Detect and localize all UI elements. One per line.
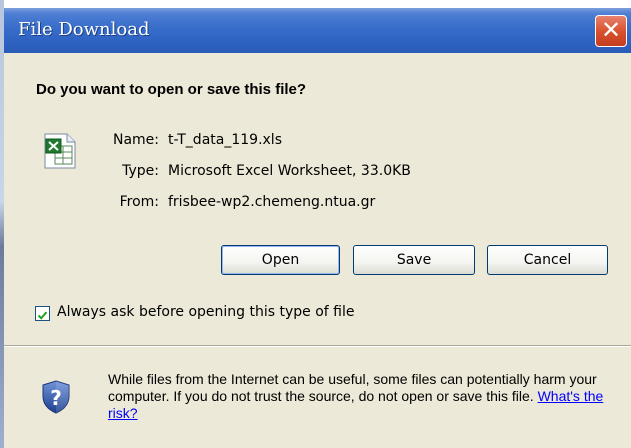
from-label: From: [119,194,159,210]
name-value: t-T_data_119.xls [168,132,282,148]
close-icon: ✕ [600,16,622,44]
type-value: Microsoft Excel Worksheet, 33.0KB [168,163,411,179]
svg-text:?: ? [50,386,62,410]
security-warning: While files from the Internet can be use… [108,371,608,422]
always-ask-label[interactable]: Always ask before opening this type of f… [57,304,355,320]
dialog-question: Do you want to open or save this file? [36,81,307,98]
file-download-window: File Download ✕ Do you want to open or s… [0,0,631,448]
title-bar[interactable]: File Download ✕ [4,8,631,53]
shield-question-icon: ? [42,380,70,418]
open-button[interactable]: Open [221,245,340,275]
save-button[interactable]: Save [353,245,475,275]
from-value: frisbee-wp2.chemeng.ntua.gr [168,194,376,210]
file-source-row: From: frisbee-wp2.chemeng.ntua.gr [4,194,631,214]
separator-line [4,345,631,347]
window-title: File Download [18,19,150,40]
file-name-row: Name: t-T_data_119.xls [4,132,631,152]
always-ask-checkbox[interactable] [35,306,50,321]
file-type-row: Type: Microsoft Excel Worksheet, 33.0KB [4,163,631,183]
warning-text: While files from the Internet can be use… [108,371,597,404]
type-label: Type: [122,163,159,179]
checkmark-icon [37,311,48,320]
dialog-body: Do you want to open or save this file? N… [4,53,631,448]
name-label: Name: [112,132,159,148]
close-button[interactable]: ✕ [595,15,627,47]
cancel-button[interactable]: Cancel [487,245,608,275]
